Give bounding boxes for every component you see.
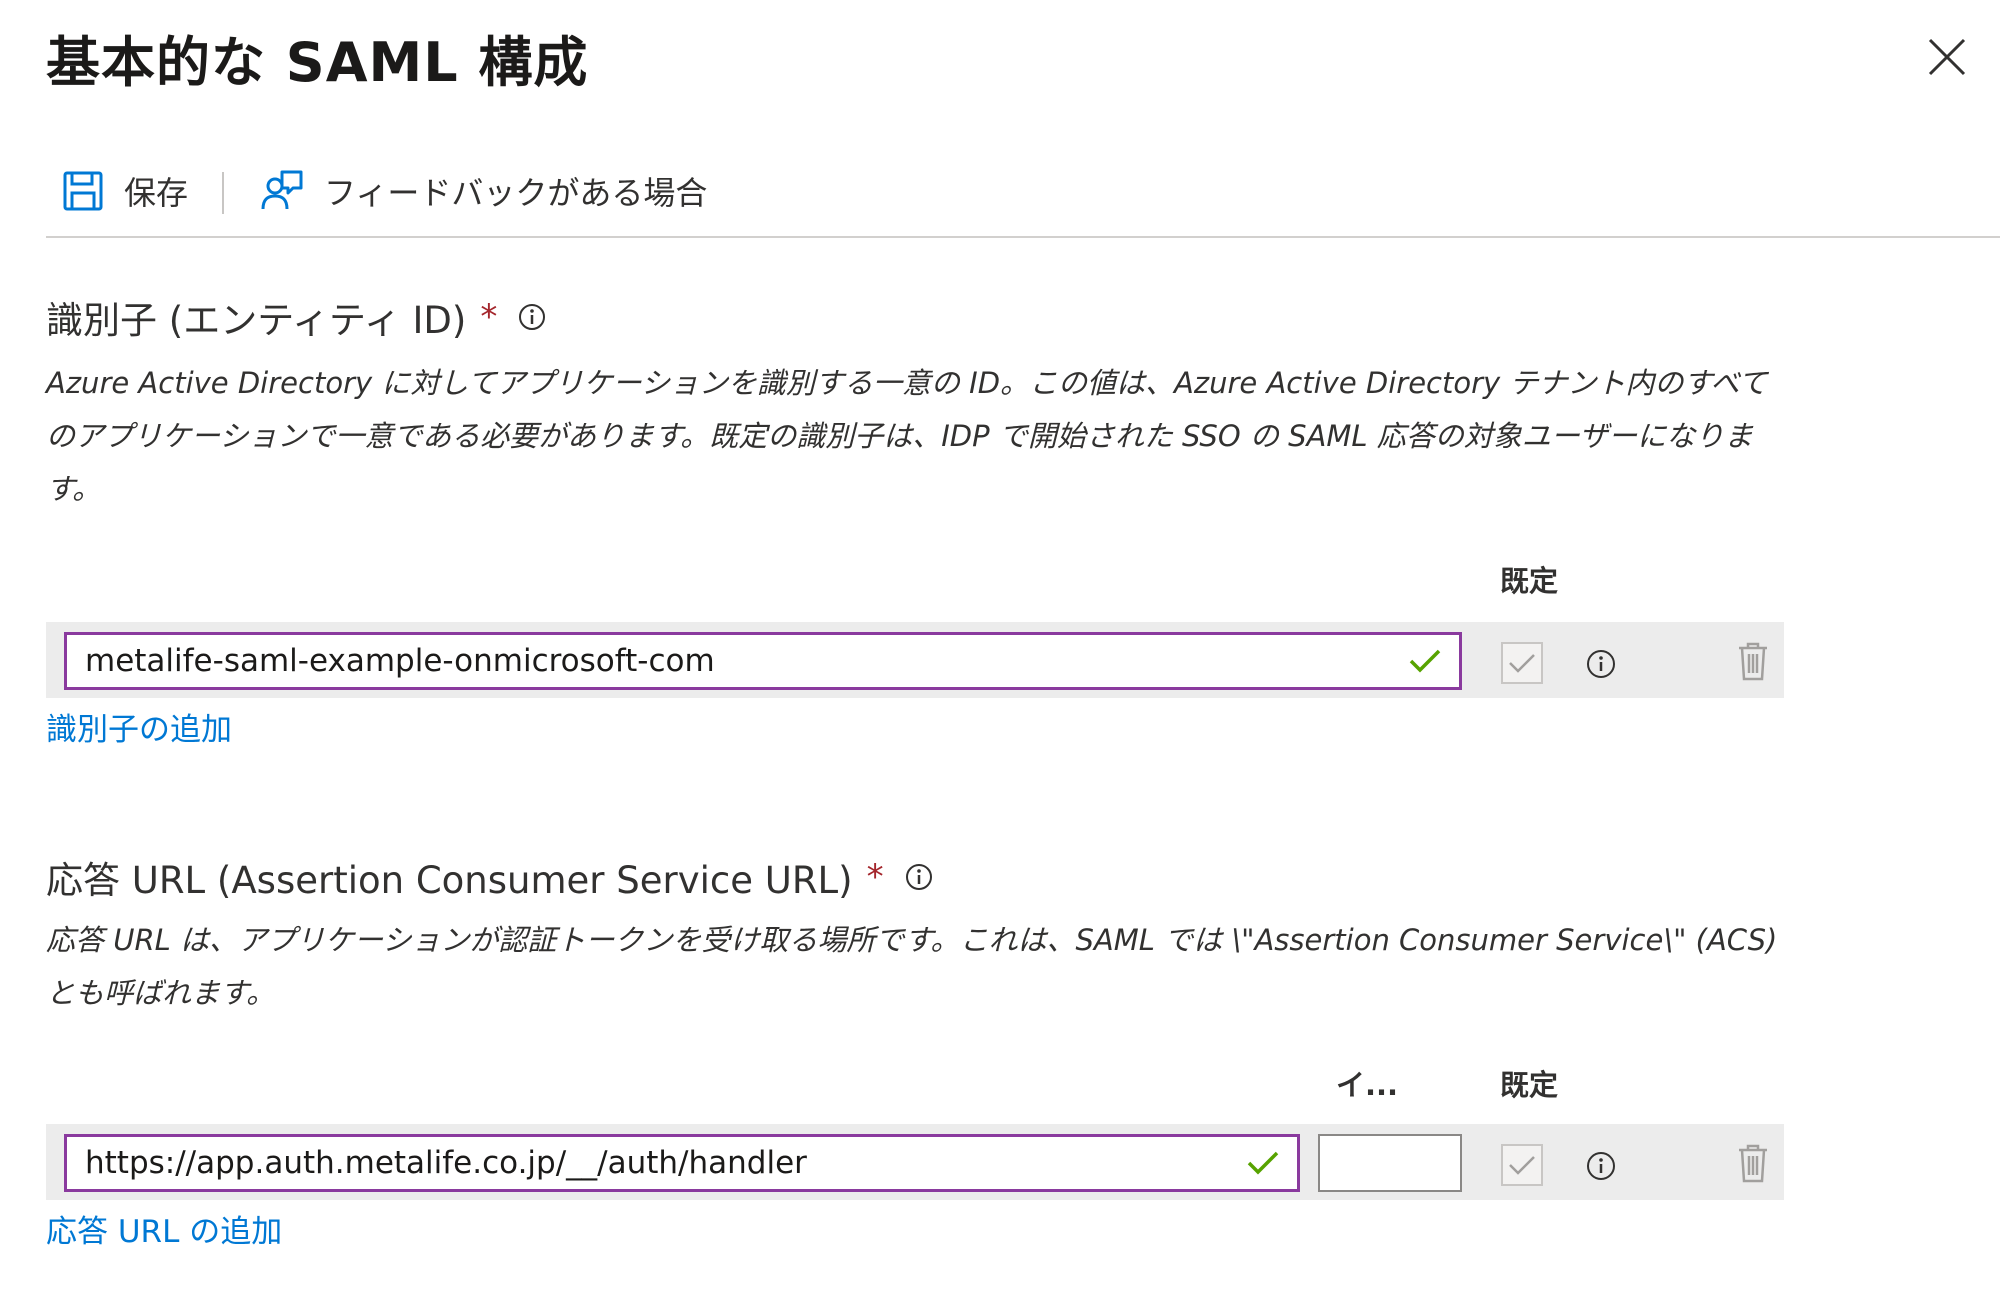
reply-url-delete-button[interactable] bbox=[1737, 1143, 1769, 1183]
toolbar-divider bbox=[222, 172, 224, 214]
add-reply-url-link[interactable]: 応答 URL の追加 bbox=[46, 1206, 282, 1251]
identifier-section-title: 識別子 (エンティティ ID) * bbox=[46, 290, 547, 344]
reply-url-description: 応答 URL は、アプリケーションが認証トークンを受け取る場所です。これは、SA… bbox=[46, 923, 1778, 1010]
reply-url-value: https://app.auth.metalife.co.jp/__/auth/… bbox=[85, 1145, 807, 1181]
identifier-default-checkbox[interactable] bbox=[1501, 642, 1543, 684]
reply-url-input[interactable]: https://app.auth.metalife.co.jp/__/auth/… bbox=[64, 1134, 1300, 1192]
panel-title: 基本的な SAML 構成 bbox=[46, 31, 589, 94]
identifier-title: 識別子 (エンティティ ID) bbox=[46, 299, 467, 342]
feedback-icon bbox=[260, 169, 304, 213]
save-icon bbox=[62, 170, 104, 212]
reply-url-column-default: 既定 bbox=[1500, 1068, 1559, 1102]
identifier-delete-button[interactable] bbox=[1737, 641, 1769, 681]
valid-check-icon bbox=[1247, 1150, 1279, 1176]
identifier-value: metalife-saml-example-onmicrosoft-com bbox=[85, 643, 715, 679]
checkmark-icon bbox=[1508, 1154, 1536, 1176]
save-button[interactable]: 保存 bbox=[62, 168, 188, 214]
identifier-info-icon[interactable] bbox=[1585, 648, 1617, 680]
reply-url-info-icon[interactable] bbox=[1585, 1150, 1617, 1182]
identifier-description: Azure Active Directory に対してアプリケーションを識別する… bbox=[46, 366, 1768, 506]
trash-icon bbox=[1737, 1143, 1769, 1183]
info-icon[interactable] bbox=[904, 862, 934, 892]
add-identifier-link[interactable]: 識別子の追加 bbox=[46, 704, 232, 749]
reply-url-column-index: イ... bbox=[1336, 1068, 1399, 1102]
valid-check-icon bbox=[1409, 648, 1441, 674]
save-label: 保存 bbox=[124, 174, 189, 212]
reply-url-section-title: 応答 URL (Assertion Consumer Service URL) … bbox=[46, 850, 934, 904]
info-icon[interactable] bbox=[517, 302, 547, 332]
reply-url-default-checkbox[interactable] bbox=[1501, 1144, 1543, 1186]
reply-url-index-input[interactable] bbox=[1318, 1134, 1462, 1192]
feedback-button[interactable]: フィードバックがある場合 bbox=[260, 168, 707, 214]
close-button[interactable] bbox=[1924, 34, 1970, 80]
reply-url-title: 応答 URL (Assertion Consumer Service URL) bbox=[46, 859, 853, 902]
close-icon bbox=[1924, 34, 1970, 80]
feedback-label: フィードバックがある場合 bbox=[324, 174, 708, 212]
identifier-input[interactable]: metalife-saml-example-onmicrosoft-com bbox=[64, 632, 1462, 690]
identifier-column-default: 既定 bbox=[1500, 564, 1559, 598]
required-mark: * bbox=[866, 857, 884, 897]
required-mark: * bbox=[480, 297, 498, 337]
trash-icon bbox=[1737, 641, 1769, 681]
toolbar-underline bbox=[46, 236, 2000, 238]
checkmark-icon bbox=[1508, 652, 1536, 674]
